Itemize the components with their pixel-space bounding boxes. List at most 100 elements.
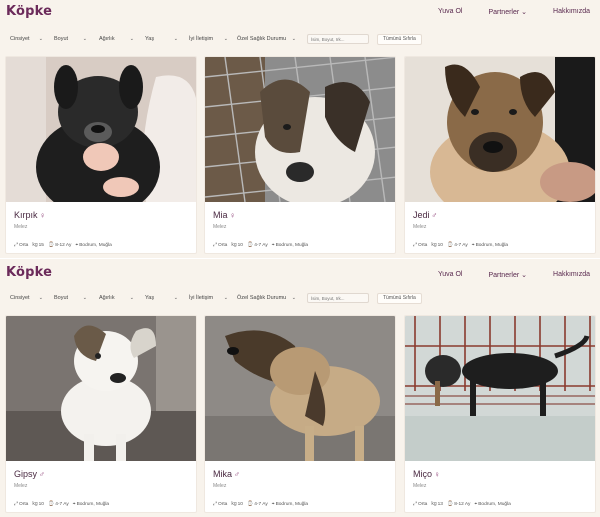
age-text: 8-12 Ay <box>454 502 471 507</box>
chevron-down-icon: ⌄ <box>291 295 296 301</box>
filter-size[interactable]: Boyut ⌄ <box>50 292 90 304</box>
filter-gender[interactable]: Cinsiyet ⌄ <box>6 292 46 304</box>
dog-photo <box>6 316 196 461</box>
size-info: ⤢Orta <box>213 242 227 248</box>
reset-filters-button[interactable]: Tümünü Sıfırla <box>377 33 422 45</box>
weight-icon: kg <box>231 501 237 507</box>
dog-card[interactable]: Mia ♀ Melez ⤢Orta kg10 ⌚4-7 Ay ⌖Bodrum, M… <box>204 56 396 254</box>
dog-breed: Melez <box>14 224 28 230</box>
location-text: Bodrum, Muğla <box>275 502 309 507</box>
filter-age[interactable]: Yaş ⌄ <box>141 292 181 304</box>
weight-icon: kg <box>32 501 38 507</box>
size-text: Orta <box>19 502 29 507</box>
location-text: Bodrum, Muğla <box>79 243 112 248</box>
size-info: ⤢Orta <box>413 501 427 507</box>
female-icon: ♀ <box>39 211 46 220</box>
size-text: Orta <box>218 243 228 248</box>
dog-name[interactable]: Kırpık ♀ <box>14 210 46 220</box>
dog-meta: ⤢Orta kg10 ⌚4-7 Ay ⌖Bodrum, Muğla <box>213 501 308 507</box>
dog-photo <box>205 57 395 202</box>
nav-about-link[interactable]: Hakkımızda <box>553 271 590 279</box>
dog-name-text: Jedi <box>413 210 430 220</box>
nav-adopt-link[interactable]: Yuva Ol <box>438 271 463 279</box>
dog-name[interactable]: Miço ♀ <box>413 469 440 479</box>
dog-meta: ⤢Orta kg10 ⌚4-7 Ay ⌖Bodrum, Muğla <box>413 242 508 248</box>
search-input[interactable] <box>307 293 369 303</box>
filter-weight[interactable]: Ağırlık ⌄ <box>95 292 137 304</box>
female-icon: ♀ <box>229 211 236 220</box>
weight-info: kg15 <box>32 242 44 248</box>
dog-name[interactable]: Mika ♂ <box>213 469 240 479</box>
male-icon: ♂ <box>39 470 46 479</box>
age-info: ⌚4-7 Ay <box>247 501 268 507</box>
logo[interactable]: Köpke <box>6 4 52 19</box>
age-text: 4-7 Ay <box>454 243 468 248</box>
filter-bar: Cinsiyet ⌄ Boyut ⌄ Ağırlık ⌄ Yaş ⌄ İyi İleti… <box>6 33 422 45</box>
dog-photo <box>405 57 595 202</box>
size-text: Orta <box>218 502 228 507</box>
dog-card[interactable]: Miço ♀ Melez ⤢Orta kg13 ⌚8-12 Ay ⌖Bodrum,… <box>404 315 596 513</box>
filter-health[interactable]: Özel Sağlık Durumu ⌄ <box>233 292 299 304</box>
filter-label: Cinsiyet <box>10 295 30 301</box>
size-icon: ⤢ <box>213 501 218 507</box>
filter-bar: Cinsiyet ⌄ Boyut ⌄ Ağırlık ⌄ Yaş ⌄ İyi İleti… <box>6 292 422 304</box>
filter-gender[interactable]: Cinsiyet ⌄ <box>6 33 46 45</box>
dog-photo <box>405 316 595 461</box>
dog-breed: Melez <box>213 224 227 230</box>
listing-screen-2: Köpke Yuva Ol Partnerler ⌄ Hakkımızda Ci… <box>0 259 600 517</box>
search-input[interactable] <box>307 34 369 44</box>
filter-communication[interactable]: İyi İletişim ⌄ <box>185 292 231 304</box>
filter-label: İyi İletişim <box>189 36 214 42</box>
nav-partners-link[interactable]: Partnerler ⌄ <box>488 8 527 16</box>
filter-label: Ağırlık <box>99 36 115 42</box>
size-icon: ⤢ <box>14 501 19 507</box>
dog-name[interactable]: Mia ♀ <box>213 210 236 220</box>
reset-filters-button[interactable]: Tümünü Sıfırla <box>377 292 422 304</box>
weight-text: 10 <box>237 502 243 507</box>
top-bar: Köpke Yuva Ol Partnerler ⌄ Hakkımızda <box>0 259 600 285</box>
nav-partners-link[interactable]: Partnerler ⌄ <box>488 271 527 279</box>
age-info: ⌚8-12 Ay <box>48 242 71 248</box>
male-icon: ♂ <box>431 211 438 220</box>
male-icon: ♂ <box>234 470 241 479</box>
filter-weight[interactable]: Ağırlık ⌄ <box>95 33 137 45</box>
dog-card[interactable]: Mika ♂ Melez ⤢Orta kg10 ⌚4-7 Ay ⌖Bodrum, … <box>204 315 396 513</box>
dog-meta: ⤢Orta kg10 ⌚4-7 Ay ⌖Bodrum, Muğla <box>14 501 109 507</box>
location-pin-icon: ⌖ <box>271 242 275 248</box>
weight-text: 10 <box>437 243 443 248</box>
location-info: ⌖Bodrum, Muğla <box>272 501 308 507</box>
size-icon: ⤢ <box>213 242 218 248</box>
size-icon: ⤢ <box>14 242 19 248</box>
dog-name[interactable]: Gipsy ♂ <box>14 469 45 479</box>
size-icon: ⤢ <box>413 501 418 507</box>
chevron-down-icon: ⌄ <box>223 295 228 301</box>
nav-about-link[interactable]: Hakkımızda <box>553 8 590 16</box>
dog-name[interactable]: Jedi ♂ <box>413 210 438 220</box>
weight-text: 10 <box>38 502 44 507</box>
filter-health[interactable]: Özel Sağlık Durumu ⌄ <box>233 33 299 45</box>
dog-card[interactable]: Kırpık ♀ Melez ⤢Orta kg15 ⌚8-12 Ay ⌖Bodru… <box>5 56 197 254</box>
dog-meta: ⤢Orta kg15 ⌚8-12 Ay ⌖Bodrum, Muğla <box>14 242 112 248</box>
age-icon: ⌚ <box>47 501 55 507</box>
age-icon: ⌚ <box>246 501 254 507</box>
chevron-down-icon: ⌄ <box>129 295 134 301</box>
dog-meta: ⤢Orta kg13 ⌚8-12 Ay ⌖Bodrum, Muğla <box>413 501 511 507</box>
top-bar: Köpke Yuva Ol Partnerler ⌄ Hakkımızda <box>0 0 600 26</box>
chevron-down-icon: ⌄ <box>291 36 296 42</box>
weight-info: kg13 <box>431 501 443 507</box>
weight-info: kg10 <box>431 242 443 248</box>
weight-text: 10 <box>237 243 243 248</box>
size-info: ⤢Orta <box>14 242 28 248</box>
filter-size[interactable]: Boyut ⌄ <box>50 33 90 45</box>
dog-name-text: Mika <box>213 469 233 479</box>
dog-name-text: Miço <box>413 469 433 479</box>
filter-age[interactable]: Yaş ⌄ <box>141 33 181 45</box>
dog-card[interactable]: Jedi ♂ Melez ⤢Orta kg10 ⌚4-7 Ay ⌖Bodrum, … <box>404 56 596 254</box>
weight-icon: kg <box>32 242 38 248</box>
logo[interactable]: Köpke <box>6 265 52 280</box>
weight-icon: kg <box>431 242 437 248</box>
filter-communication[interactable]: İyi İletişim ⌄ <box>185 33 231 45</box>
dog-card[interactable]: Gipsy ♂ Melez ⤢Orta kg10 ⌚4-7 Ay ⌖Bodrum,… <box>5 315 197 513</box>
nav-adopt-link[interactable]: Yuva Ol <box>438 8 463 16</box>
chevron-down-icon: ⌄ <box>521 272 528 279</box>
